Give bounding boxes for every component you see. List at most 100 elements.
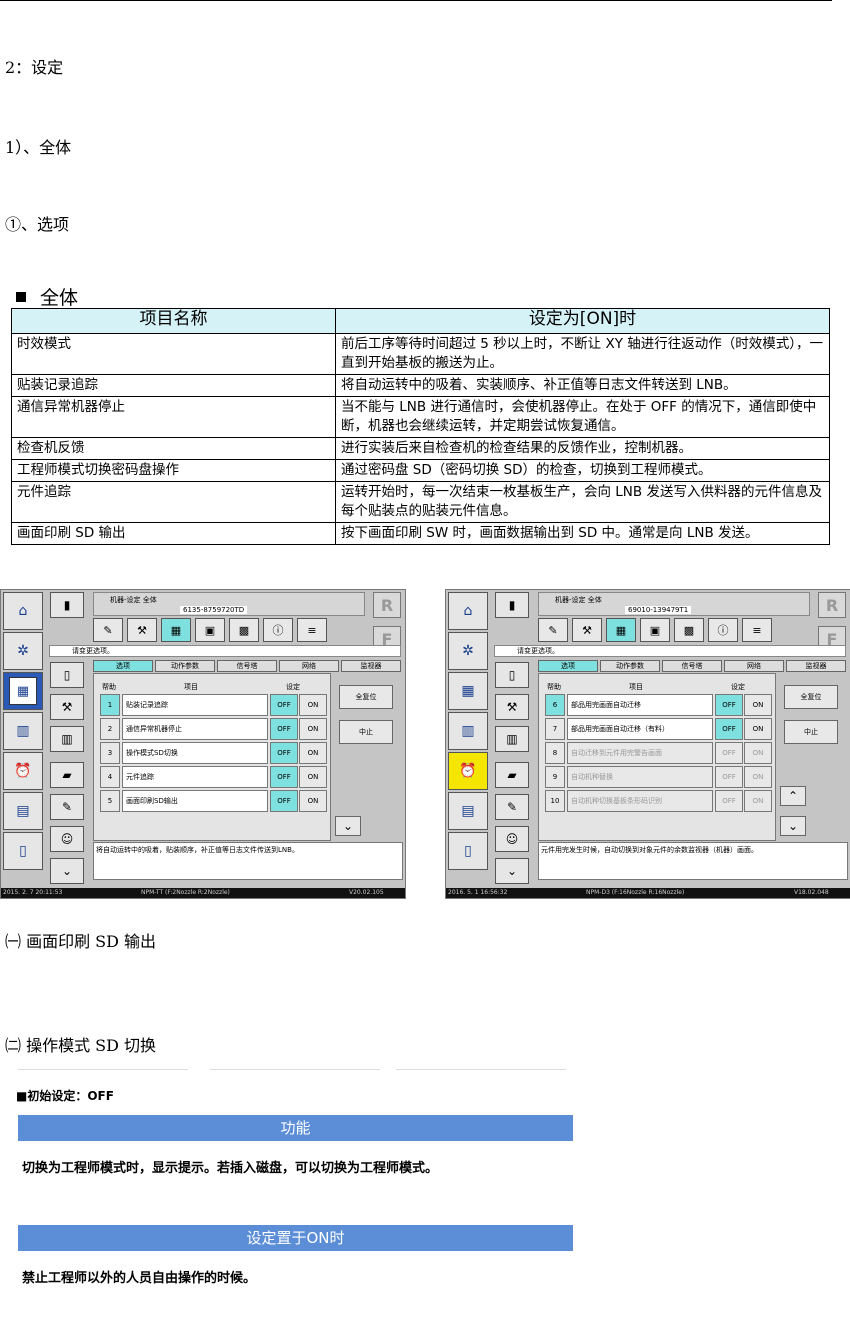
scroll-down-button[interactable]: ⌄ [50,858,84,884]
sub-button-5[interactable]: ✎ [495,794,529,820]
toolbar-button-2[interactable]: ⚒ [127,618,157,642]
machine-button[interactable]: ▯ [3,832,43,870]
tab-network[interactable]: 网络 [724,660,784,672]
help-button[interactable]: 8 [545,742,565,764]
help-button[interactable]: 10 [545,790,565,812]
toolbar-button-5[interactable]: ▩ [229,618,259,642]
toolbar-button-3[interactable]: ▦ [161,618,191,642]
toolbar-button-3[interactable]: ▦ [606,618,636,642]
toolbar-button-1[interactable]: ✎ [93,618,123,642]
off-button[interactable]: OFF [715,766,743,788]
status-version: V18.02.048 [794,889,829,896]
sub-button-4[interactable]: ▰ [495,762,529,788]
off-button[interactable]: OFF [270,694,298,716]
status-button[interactable]: ▮ [495,592,529,618]
machine-icon: ▯ [19,843,27,859]
off-button[interactable]: OFF [715,694,743,716]
stop-button[interactable]: 中止 [784,720,838,744]
off-button[interactable]: OFF [715,718,743,740]
off-button[interactable]: OFF [270,718,298,740]
on-button[interactable]: ON [744,742,772,764]
toolbar-button-4[interactable]: ▣ [195,618,225,642]
stack-icon: ≡ [307,623,317,637]
on-button[interactable]: ON [299,694,327,716]
sub-button-6[interactable]: ☺ [495,826,529,852]
page-down-button[interactable]: ⌄ [335,816,361,836]
option-name: 画面印刷SD输出 [122,790,268,812]
help-button[interactable]: 2 [100,718,120,740]
tab-monitor[interactable]: 监视器 [786,660,846,672]
stop-button[interactable]: 中止 [339,720,393,744]
alarm-button[interactable]: ⏰ [448,752,488,790]
on-button[interactable]: ON [744,790,772,812]
sub-button-1[interactable]: ▯ [495,662,529,688]
help-button[interactable]: 5 [100,790,120,812]
tab-signal-tower[interactable]: 信号塔 [662,660,722,672]
help-button[interactable]: 4 [100,766,120,788]
r-button[interactable]: R [373,592,401,618]
sub-button-2[interactable]: ⚒ [50,694,84,720]
off-button[interactable]: OFF [715,742,743,764]
machine-button[interactable]: ▯ [448,832,488,870]
tab-signal-tower[interactable]: 信号塔 [217,660,277,672]
help-button[interactable]: 3 [100,742,120,764]
on-button[interactable]: ON [744,718,772,740]
toolbar-button-6[interactable]: ⓘ [708,618,738,642]
off-button[interactable]: OFF [270,766,298,788]
sub-button-3[interactable]: ▥ [495,726,529,752]
tab-options[interactable]: 选项 [93,660,153,672]
toolbar-button-7[interactable]: ≡ [297,618,327,642]
status-button[interactable]: ▮ [50,592,84,618]
sub-button-4[interactable]: ▰ [50,762,84,788]
on-button[interactable]: ON [299,742,327,764]
option-name: 部品用完画面自动迁移（有料） [567,718,713,740]
scroll-down-button[interactable]: ⌄ [495,858,529,884]
on-button[interactable]: ON [299,718,327,740]
reset-all-button[interactable]: 全复位 [784,685,838,709]
setup-button[interactable]: ▦ [448,672,488,710]
chart-button[interactable]: ▥ [3,712,43,750]
tab-motion[interactable]: 动作参数 [155,660,215,672]
on-button[interactable]: ON [299,766,327,788]
on-button[interactable]: ON [299,790,327,812]
production-button[interactable]: ✲ [3,632,43,670]
on-button[interactable]: ON [744,766,772,788]
row-name: 元件追踪 [11,481,336,523]
toolbar-button-2[interactable]: ⚒ [572,618,602,642]
r-button[interactable]: R [818,592,846,618]
tab-options[interactable]: 选项 [538,660,598,672]
sub-button-2[interactable]: ⚒ [495,694,529,720]
off-button[interactable]: OFF [715,790,743,812]
tab-network[interactable]: 网络 [279,660,339,672]
toolbar-button-5[interactable]: ▩ [674,618,704,642]
toolbar-button-4[interactable]: ▣ [640,618,670,642]
toolbar-button-6[interactable]: ⓘ [263,618,293,642]
sub-button-3[interactable]: ▥ [50,726,84,752]
help-button[interactable]: 7 [545,718,565,740]
chart-button[interactable]: ▥ [448,712,488,750]
help-button[interactable]: 1 [100,694,120,716]
off-button[interactable]: OFF [270,790,298,812]
toolbar-button-7[interactable]: ≡ [742,618,772,642]
data-button[interactable]: ▤ [3,792,43,830]
sub-button-5[interactable]: ✎ [50,794,84,820]
help-button[interactable]: 6 [545,694,565,716]
page-down-button[interactable]: ⌄ [780,816,806,836]
toolbar-button-1[interactable]: ✎ [538,618,568,642]
page-up-button[interactable]: ⌃ [780,786,806,806]
production-button[interactable]: ✲ [448,632,488,670]
off-button[interactable]: OFF [270,742,298,764]
tab-motion[interactable]: 动作参数 [600,660,660,672]
tab-monitor[interactable]: 监视器 [341,660,401,672]
reset-all-button[interactable]: 全复位 [339,685,393,709]
sub-button-1[interactable]: ▯ [50,662,84,688]
data-button[interactable]: ▤ [448,792,488,830]
on-button[interactable]: ON [744,694,772,716]
alarm-button[interactable]: ⏰ [3,752,43,790]
sub-button-6[interactable]: ☺ [50,826,84,852]
help-button[interactable]: 9 [545,766,565,788]
home-button[interactable]: ⌂ [3,592,43,630]
main-nav: ⌂ ✲ ▦ ▥ ⏰ ▤ ▯ [3,592,43,882]
home-button[interactable]: ⌂ [448,592,488,630]
setup-button[interactable]: ▦ [3,672,43,710]
